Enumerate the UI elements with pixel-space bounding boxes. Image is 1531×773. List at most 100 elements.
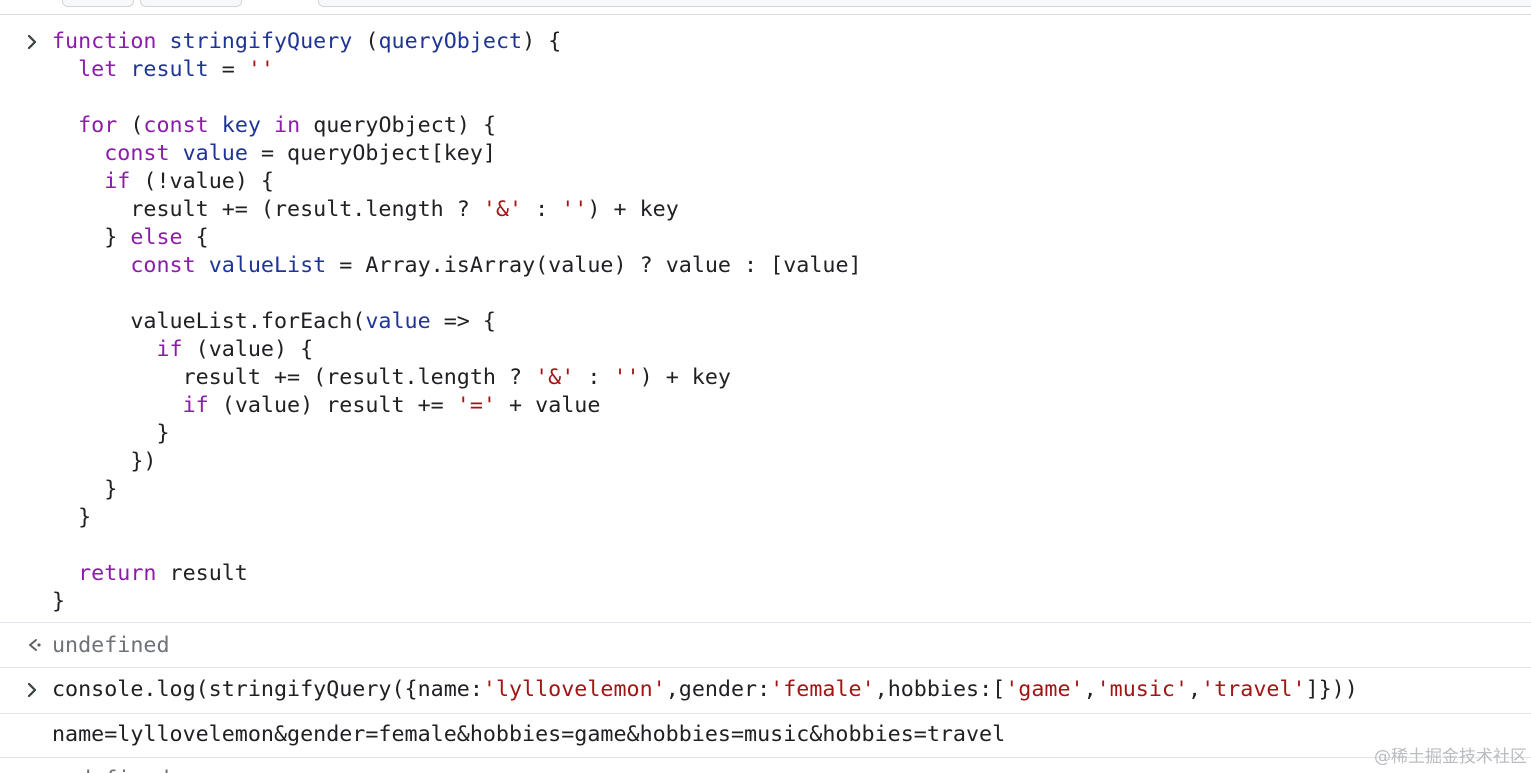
code-token: => { xyxy=(430,309,496,334)
toolbar-item[interactable] xyxy=(62,0,134,7)
code-token: in xyxy=(274,113,301,138)
code-token: } xyxy=(52,505,92,530)
code-token: { xyxy=(182,225,209,250)
entry-divider xyxy=(0,667,1531,668)
console-result-entry: undefined xyxy=(0,758,1531,773)
code-token: key xyxy=(221,113,261,138)
log-output-text[interactable]: name=lyllovelemon&gender=female&hobbies=… xyxy=(52,721,1005,749)
code-line: } xyxy=(52,476,862,504)
code-token: const xyxy=(104,141,170,166)
result-value: undefined xyxy=(52,766,170,773)
code-line: if (value) { xyxy=(52,336,862,364)
code-token: if xyxy=(156,337,183,362)
code-token: if xyxy=(104,169,131,194)
code-token: result xyxy=(156,561,248,586)
chevron-right-icon xyxy=(22,679,44,701)
code-token: stringifyQuery xyxy=(169,29,353,54)
toolbar-item[interactable] xyxy=(140,0,242,7)
code-token: + value xyxy=(495,393,601,418)
code-token: : xyxy=(574,365,614,390)
code-token: result xyxy=(130,57,209,82)
code-token: = xyxy=(208,57,248,82)
code-token: 'female' xyxy=(770,677,875,702)
console-input-entry: console.log(stringifyQuery({name:'lyllov… xyxy=(0,670,1531,714)
code-token: '' xyxy=(613,365,640,390)
code-token: , xyxy=(1188,677,1202,702)
code-line: }) xyxy=(52,448,862,476)
code-token: queryObject xyxy=(378,29,523,54)
code-token: ( xyxy=(117,113,144,138)
return-arrow-icon xyxy=(22,768,44,773)
code-token: , xyxy=(1083,677,1097,702)
code-line: } xyxy=(52,504,862,532)
code-line: } xyxy=(52,420,862,448)
console-input-entry: function stringifyQuery (queryObject) { … xyxy=(0,28,1531,622)
code-token: (!value) { xyxy=(130,169,274,194)
code-token: ,gender: xyxy=(665,677,771,702)
code-token: 'travel' xyxy=(1201,677,1306,702)
code-token: const xyxy=(130,253,196,278)
console-log-message: name=lyllovelemon&gender=female&hobbies=… xyxy=(0,715,1531,757)
code-token: '&' xyxy=(482,197,523,222)
devtools-toolbar-edge xyxy=(0,0,1531,15)
code-token: ) { xyxy=(522,29,562,54)
code-token: '&' xyxy=(535,365,575,390)
code-token: else xyxy=(130,225,183,250)
chevron-right-icon xyxy=(22,31,44,53)
code-line: let result = '' xyxy=(52,56,862,84)
code-token: let xyxy=(78,57,118,82)
code-line: for (const key in queryObject) { xyxy=(52,112,862,140)
code-line: const valueList = Array.isArray(value) ?… xyxy=(52,252,861,280)
console-filter-bar[interactable] xyxy=(318,0,1531,7)
code-token: valueList xyxy=(208,253,327,278)
code-line: return result xyxy=(52,560,862,588)
code-token: ,hobbies:[ xyxy=(874,677,1006,702)
code-token: (value) { xyxy=(182,337,314,362)
code-line: console.log(stringifyQuery({name:'lyllov… xyxy=(52,676,1358,704)
code-line: valueList.forEach(value => { xyxy=(52,308,862,336)
code-token: }) xyxy=(52,449,157,474)
code-line: function stringifyQuery (queryObject) { xyxy=(52,28,862,56)
code-token: console.log(stringifyQuery({name: xyxy=(52,677,483,702)
code-line: result += (result.length ? '&' : '') + k… xyxy=(52,364,862,392)
code-line: const value = queryObject[key] xyxy=(52,140,862,168)
code-block-function-definition[interactable]: function stringifyQuery (queryObject) { … xyxy=(52,28,862,616)
code-token: } xyxy=(52,421,170,446)
code-token: ) + key xyxy=(639,365,731,390)
code-token: ( xyxy=(352,29,379,54)
code-token: value xyxy=(182,141,248,166)
code-token: ) + key xyxy=(587,197,679,222)
code-token: (value) result += xyxy=(208,393,457,418)
code-token: result += (result.length ? xyxy=(52,197,483,222)
code-token: '' xyxy=(561,197,588,222)
code-token: '' xyxy=(247,57,274,82)
code-line: } xyxy=(52,588,862,616)
return-arrow-icon xyxy=(22,634,44,656)
code-token: for xyxy=(78,113,118,138)
code-token: function xyxy=(52,29,157,54)
code-token: } xyxy=(52,589,66,614)
console-result-entry: undefined xyxy=(0,624,1531,668)
code-token: : xyxy=(522,197,562,222)
code-line-console-log[interactable]: console.log(stringifyQuery({name:'lyllov… xyxy=(52,676,1358,704)
code-token: ]})) xyxy=(1305,677,1358,702)
code-token: valueList.forEach( xyxy=(52,309,366,334)
code-token: '=' xyxy=(456,393,496,418)
code-token: 'music' xyxy=(1096,677,1189,702)
code-line: result += (result.length ? '&' : '') + k… xyxy=(52,196,862,224)
